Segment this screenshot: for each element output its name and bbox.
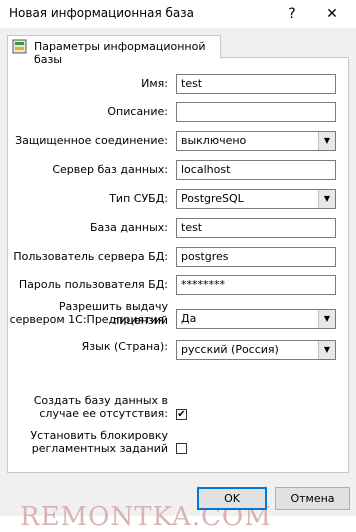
dbms-type-label: Тип СУБД: xyxy=(109,192,168,205)
create-db-label-line2: случае ее отсутствия: xyxy=(39,407,168,420)
parameters-panel: Имя: test Описание: Защищенное соединени… xyxy=(7,57,349,473)
close-button[interactable]: ✕ xyxy=(317,2,347,26)
tab-label: Параметры информационной базы xyxy=(34,40,206,66)
language-value: русский (Россия) xyxy=(181,343,279,356)
dbms-type-value: PostgreSQL xyxy=(181,192,244,205)
database-field[interactable]: test xyxy=(176,218,336,238)
chevron-down-icon[interactable]: ▼ xyxy=(318,341,335,359)
lock-jobs-label-line1: Установить блокировку xyxy=(30,429,168,442)
secure-connection-label: Защищенное соединение: xyxy=(15,134,168,147)
chevron-down-icon[interactable]: ▼ xyxy=(318,132,335,150)
db-password-field[interactable]: ******** xyxy=(176,275,336,295)
db-server-field[interactable]: localhost xyxy=(176,160,336,180)
title-bar: Новая информационная база ? ✕ xyxy=(0,0,356,28)
db-server-label: Сервер баз данных: xyxy=(52,163,168,176)
help-button[interactable]: ? xyxy=(277,2,307,26)
secure-connection-select[interactable]: выключено ▼ xyxy=(176,131,336,151)
name-label: Имя: xyxy=(141,77,168,90)
ok-button[interactable]: OK xyxy=(197,487,267,510)
tab-parameters[interactable]: Параметры информационной базы xyxy=(7,35,221,66)
language-label: Язык (Страна): xyxy=(81,340,168,353)
secure-connection-value: выключено xyxy=(181,134,247,147)
db-user-field[interactable]: postgres xyxy=(176,247,336,267)
license-label-line2: сервером 1С:Предприятия: xyxy=(9,313,168,326)
db-password-label: Пароль пользователя БД: xyxy=(18,278,168,291)
dbms-type-select[interactable]: PostgreSQL ▼ xyxy=(176,189,336,209)
db-user-label: Пользователь сервера БД: xyxy=(13,250,168,263)
create-db-label-line1: Создать базу данных в xyxy=(33,394,168,407)
license-value: Да xyxy=(181,312,197,325)
license-select[interactable]: Да ▼ xyxy=(176,309,336,329)
name-field[interactable]: test xyxy=(176,74,336,94)
chevron-down-icon[interactable]: ▼ xyxy=(318,310,335,328)
create-db-checkbox[interactable]: ✔ xyxy=(176,409,187,420)
lock-jobs-label-line2: регламентных заданий xyxy=(31,442,168,455)
database-label: База данных: xyxy=(89,221,168,234)
description-label: Описание: xyxy=(107,105,168,118)
lock-jobs-checkbox[interactable] xyxy=(176,443,187,454)
dialog-body: Параметры информационной базы Имя: test … xyxy=(0,28,356,532)
database-icon xyxy=(12,39,27,54)
chevron-down-icon[interactable]: ▼ xyxy=(318,190,335,208)
window-title: Новая информационная база xyxy=(9,6,194,20)
description-field[interactable] xyxy=(176,102,336,122)
language-select[interactable]: русский (Россия) ▼ xyxy=(176,340,336,360)
cancel-button[interactable]: Отмена xyxy=(275,487,350,510)
